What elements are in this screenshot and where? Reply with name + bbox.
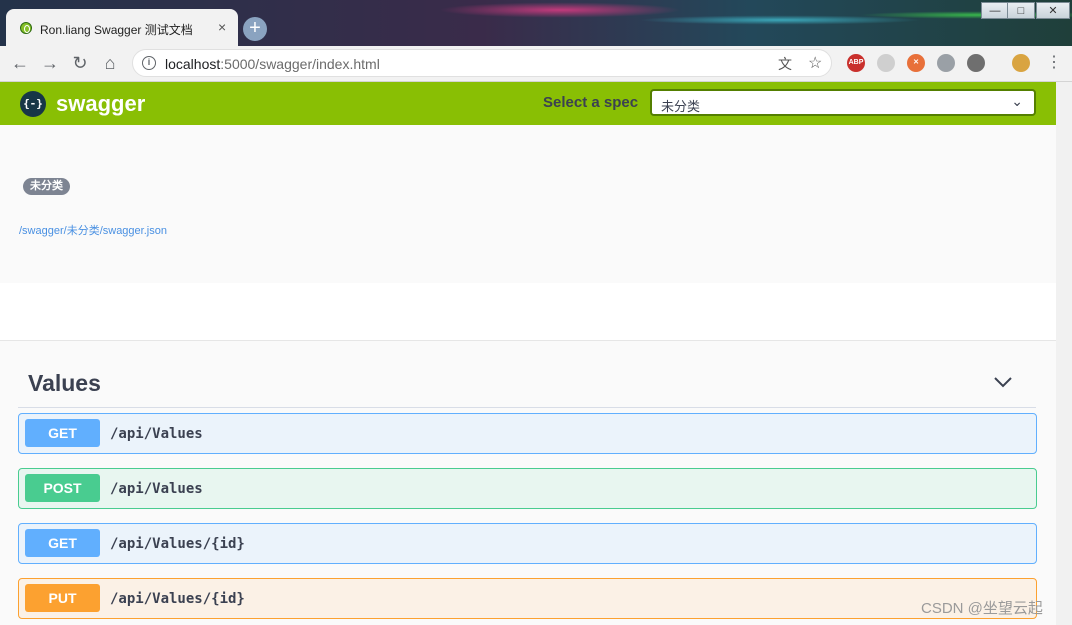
window-maximize-button[interactable]: □ xyxy=(1007,2,1035,19)
tab-close-icon[interactable]: × xyxy=(218,19,226,35)
sync-icon[interactable] xyxy=(877,54,895,72)
avatar-icon[interactable] xyxy=(1012,54,1030,72)
operation-get-row[interactable]: GET/api/Values/{id} xyxy=(18,523,1037,564)
tag-divider xyxy=(18,407,1036,408)
adblock-icon[interactable]: ABP xyxy=(847,54,865,72)
new-tab-button[interactable]: + xyxy=(243,17,267,41)
method-badge: POST xyxy=(25,474,100,502)
tab-title: Ron.liang Swagger 测试文档 xyxy=(40,23,193,37)
info-section: 未分类 /swagger/未分类/swagger.json xyxy=(0,125,1056,283)
operation-put-row[interactable]: PUT/api/Values/{id} xyxy=(18,578,1037,619)
watermark: CSDN @坐望云起 xyxy=(921,600,1043,617)
operations-section: Values GET/api/Values POST/api/Values GET /… xyxy=(0,341,1056,625)
version-badge: 未分类 xyxy=(23,178,70,195)
operation-path: /api/Values xyxy=(110,481,203,497)
window-close-button[interactable]: ✕ xyxy=(1036,2,1070,19)
spec-json-link[interactable]: /swagger/未分类/swagger.json xyxy=(19,222,167,238)
method-badge: PUT xyxy=(25,584,100,612)
operation-path: /api/Values xyxy=(110,426,203,442)
spec-select-value: 未分类 xyxy=(661,99,701,114)
operation-path: /api/Values/{id} xyxy=(110,591,245,607)
url-text[interactable]: localhost:5000/swagger/index.html xyxy=(165,56,380,72)
reload-icon[interactable]: ↻ xyxy=(69,52,91,74)
scheme-container xyxy=(0,283,1056,341)
operation-post-row[interactable]: POST/api/Values xyxy=(18,468,1037,509)
operation-path: /api/Values/{id} xyxy=(110,536,245,552)
back-arrow-icon[interactable]: ← xyxy=(9,52,31,74)
chevron-down-icon: ⌄ xyxy=(1011,93,1023,109)
tag-title[interactable]: Values xyxy=(28,370,101,397)
window-minimize-button[interactable]: — xyxy=(981,2,1009,19)
info-icon[interactable]: i xyxy=(142,56,156,70)
swagger-logo-icon[interactable]: {-} xyxy=(20,91,46,117)
browser-menu-icon[interactable]: ⋮ xyxy=(1046,52,1062,72)
page-scrollbar[interactable] xyxy=(1056,82,1072,625)
dev-icon[interactable] xyxy=(967,54,985,72)
home-icon[interactable]: ⌂ xyxy=(99,52,121,74)
close-circle-icon[interactable]: ✕ xyxy=(907,54,925,72)
swagger-topbar: {-} swagger Select a spec 未分类 ⌄ xyxy=(0,82,1056,125)
translate-icon[interactable]: ⽂ xyxy=(778,54,792,74)
swagger-brand[interactable]: swagger xyxy=(56,91,145,117)
select-spec-label: Select a spec xyxy=(543,94,639,111)
collapse-chevron-icon[interactable] xyxy=(992,371,1014,393)
browser-toolbar: ← → ↻ ⌂ i localhost:5000/swagger/index.h… xyxy=(0,46,1072,82)
vue-icon[interactable] xyxy=(937,54,955,72)
spec-select[interactable]: 未分类 ⌄ xyxy=(650,89,1036,116)
browser-tab[interactable]: Ron.liang Swagger 测试文档 × xyxy=(6,9,238,46)
address-bar[interactable]: i localhost:5000/swagger/index.html ⽂ ☆ xyxy=(132,49,832,77)
bookmark-star-icon[interactable]: ☆ xyxy=(808,53,822,73)
forward-arrow-icon[interactable]: → xyxy=(39,52,61,74)
browser-titlebar: Ron.liang Swagger 测试文档 × + — □ ✕ xyxy=(0,0,1072,46)
swagger-favicon-icon xyxy=(20,22,32,34)
method-badge: GET xyxy=(25,529,100,557)
operation-get-row[interactable]: GET/api/Values xyxy=(18,413,1037,454)
method-badge: GET xyxy=(25,419,100,447)
